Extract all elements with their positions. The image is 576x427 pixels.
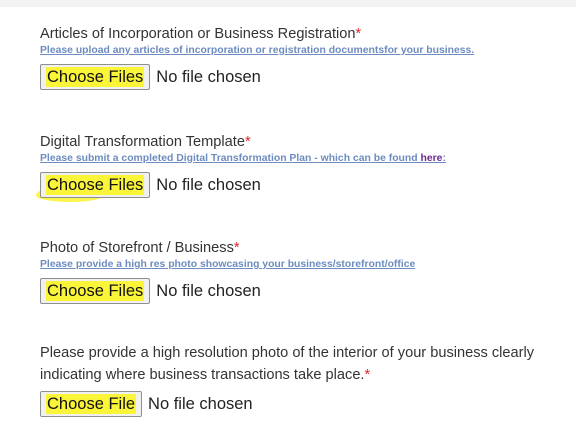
required-asterisk: * — [355, 26, 362, 42]
help-link[interactable]: Please provide a high res photo showcasi… — [40, 258, 570, 272]
field-label-text: Please provide a high resolution photo o… — [40, 345, 535, 383]
field-digital-transformation-template: Digital Transformation Template* Please … — [36, 132, 570, 202]
top-divider — [0, 0, 576, 7]
field-articles-of-incorporation: Articles of Incorporation or Business Re… — [40, 24, 570, 90]
help-text-body[interactable]: Please submit a completed Digital Transf… — [40, 153, 420, 164]
required-asterisk: * — [244, 134, 251, 150]
field-photo-of-storefront: Photo of Storefront / Business* Please p… — [40, 238, 570, 304]
field-interior-photo: Please provide a high resolution photo o… — [40, 342, 570, 417]
field-label: Articles of Incorporation or Business Re… — [40, 24, 570, 44]
choose-file-label: Choose File — [46, 394, 137, 414]
required-asterisk: * — [364, 367, 371, 383]
help-link[interactable]: Please upload any articles of incorporat… — [40, 44, 570, 58]
file-input[interactable]: Choose Files No file chosen — [40, 278, 570, 304]
file-status: No file chosen — [156, 67, 261, 86]
file-input[interactable]: Choose File No file chosen — [40, 391, 570, 417]
file-status: No file chosen — [156, 281, 261, 300]
choose-files-button[interactable]: Choose Files — [40, 64, 151, 90]
field-label-text: Digital Transformation Template — [40, 134, 245, 150]
field-label: Photo of Storefront / Business* — [40, 238, 570, 258]
required-asterisk: * — [233, 240, 240, 256]
choose-files-label: Choose Files — [46, 67, 145, 87]
field-label: Please provide a high resolution photo o… — [40, 342, 570, 386]
choose-files-button[interactable]: Choose Files — [40, 278, 151, 304]
field-label-text: Photo of Storefront / Business — [40, 240, 234, 256]
file-input[interactable]: Choose Files No file chosen — [40, 64, 570, 90]
field-label: Digital Transformation Template* — [40, 132, 570, 152]
file-input[interactable]: Choose Files No file chosen — [36, 172, 570, 202]
choose-file-button[interactable]: Choose File — [40, 391, 143, 417]
help-text: Please submit a completed Digital Transf… — [40, 152, 570, 166]
choose-files-button[interactable]: Choose Files — [40, 172, 151, 198]
choose-files-label: Choose Files — [46, 175, 145, 195]
help-text-suffix: : — [442, 153, 446, 164]
choose-files-label: Choose Files — [46, 281, 145, 301]
here-link[interactable]: here — [420, 153, 442, 164]
file-status: No file chosen — [148, 394, 253, 413]
file-status: No file chosen — [156, 175, 261, 194]
field-label-text: Articles of Incorporation or Business Re… — [40, 26, 356, 42]
